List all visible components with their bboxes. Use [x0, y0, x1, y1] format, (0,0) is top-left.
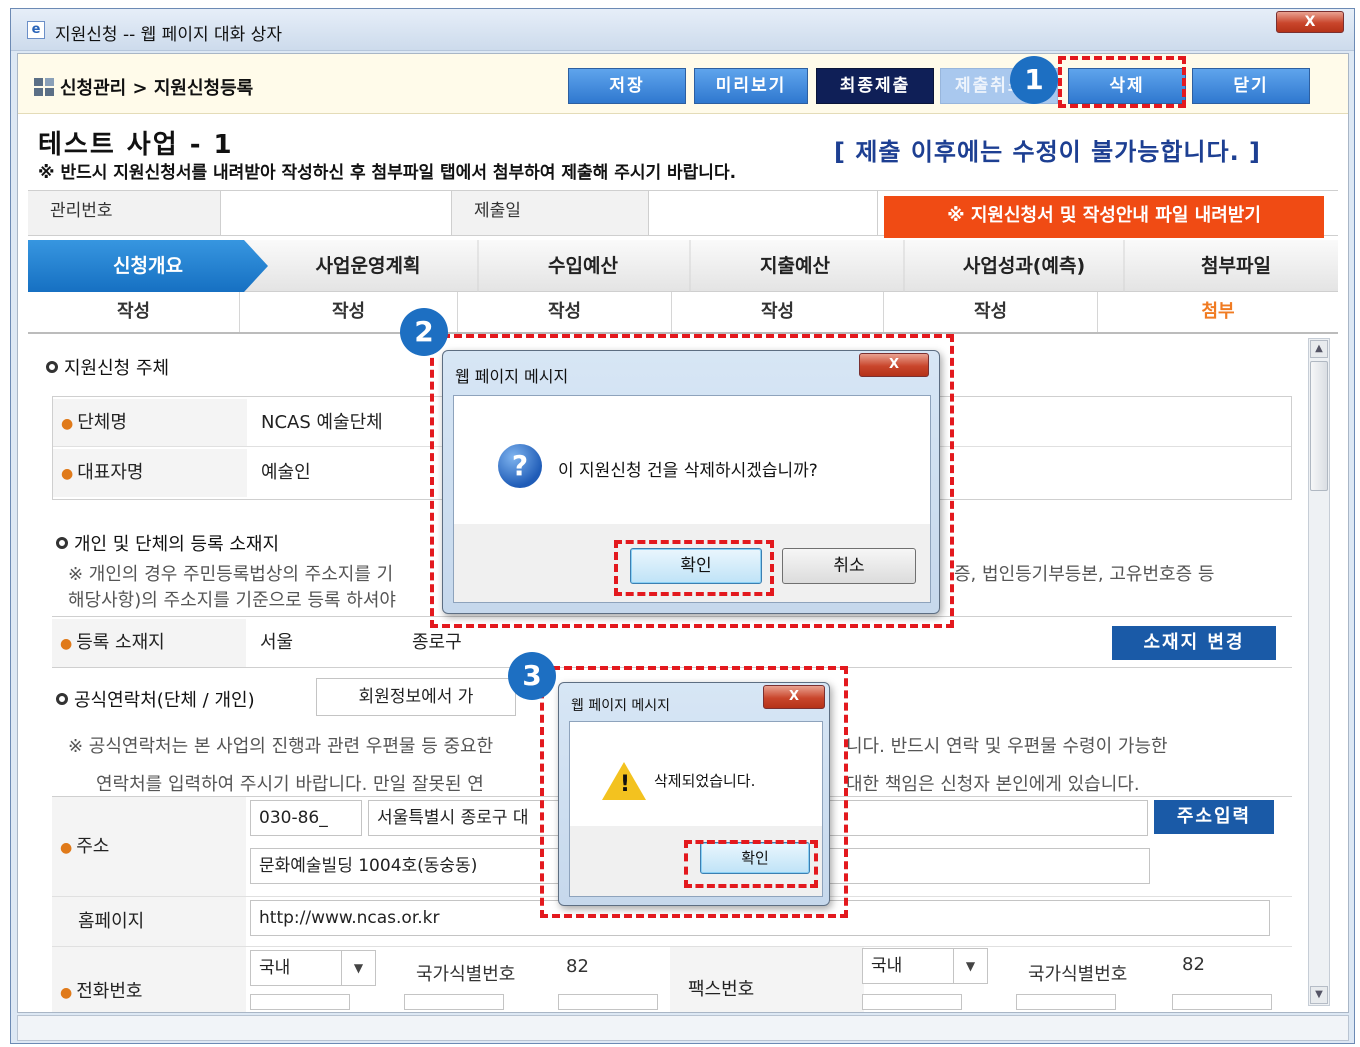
- fax-label: 팩스번호: [670, 947, 864, 1012]
- preview-button[interactable]: 미리보기: [694, 68, 808, 104]
- window-title: 지원신청 -- 웹 페이지 대화 상자: [55, 25, 282, 45]
- phone-country-select[interactable]: 국내 ▼: [250, 950, 376, 986]
- bullet-icon: [56, 537, 68, 549]
- tab-status-attach: 첨부: [1201, 301, 1235, 322]
- fax-part3-input[interactable]: [1172, 994, 1272, 1010]
- breadcrumb-text: 신청관리 > 지원신청등록: [60, 78, 254, 99]
- scroll-up-icon[interactable]: ▲: [1310, 340, 1328, 358]
- phone-label: ● 전화번호: [52, 947, 246, 1012]
- loc-label: ● 등록 소재지: [52, 619, 246, 667]
- final-submit-button[interactable]: 최종제출: [816, 68, 934, 104]
- registration-section-title: 개인 및 단체의 등록 소재지: [56, 530, 279, 556]
- fax-country-value: 국내: [871, 956, 903, 976]
- tab-overview[interactable]: 신청개요: [28, 240, 268, 292]
- mgmt-number-value: [220, 191, 452, 235]
- phone-part1-input[interactable]: [250, 994, 350, 1010]
- tab-operation-plan[interactable]: 사업운영계획: [268, 240, 468, 292]
- status-bar: [17, 1015, 1349, 1041]
- fax-country-code-label: 국가식별번호: [1028, 964, 1128, 985]
- highlight-deleted-ok: [684, 840, 818, 888]
- phone-part2-input[interactable]: [404, 994, 504, 1010]
- loc-city: 서울: [260, 632, 294, 653]
- homepage-label: 홈페이지: [52, 897, 246, 946]
- applicant-section-title: 지원신청 주체: [46, 354, 169, 380]
- submit-date-value: [648, 191, 878, 235]
- step-badge-1: 1: [1010, 56, 1058, 104]
- load-member-info-button[interactable]: 회원정보에서 가: [316, 678, 516, 716]
- ie-icon: e: [27, 21, 45, 39]
- org-label: ● 단체명: [53, 399, 247, 446]
- tab-status: 작성: [672, 292, 884, 332]
- contact-note-right: 니다. 반드시 연락 및 우편물 수령이 가능한: [846, 736, 1168, 757]
- section-title-text: 공식연락처(단체 / 개인): [74, 690, 255, 711]
- breadcrumb: 신청관리 > 지원신청등록: [34, 74, 253, 100]
- close-button[interactable]: 닫기: [1192, 68, 1310, 104]
- tab-attachments[interactable]: 첨부파일: [1134, 240, 1338, 292]
- tab-separator: [1114, 240, 1134, 292]
- highlight-confirm-ok: [614, 540, 774, 596]
- tab-status: 작성: [28, 292, 240, 332]
- phone-country-value: 국내: [259, 958, 291, 978]
- download-forms-button[interactable]: ※ 지원신청서 및 작성안내 파일 내려받기: [884, 196, 1324, 238]
- registration-note-2: 해당사항)의 주소지를 기준으로 등록 하셔야: [68, 590, 396, 611]
- registration-note-right: 증, 법인등기부등본, 고유번호증 등: [954, 564, 1215, 585]
- address-input-button[interactable]: 주소입력: [1154, 800, 1274, 834]
- tab-separator: [680, 240, 700, 292]
- tab-income-budget[interactable]: 수입예산: [488, 240, 678, 292]
- contact-section-title: 공식연락처(단체 / 개인): [56, 686, 255, 712]
- menu-grid-icon: [34, 78, 54, 96]
- rep-value: 예술인: [261, 462, 311, 483]
- fax-part2-input[interactable]: [1016, 994, 1116, 1010]
- tab-status-row: 작성 작성 작성 작성 작성 첨부: [28, 292, 1338, 334]
- window-titlebar: e 지원신청 -- 웹 페이지 대화 상자 X: [11, 9, 1354, 51]
- contact-note: ※ 공식연락처는 본 사업의 진행과 관련 우편물 등 중요한: [68, 736, 494, 757]
- address-label: ● 주소: [52, 797, 246, 896]
- zipcode-input[interactable]: 030-86_: [250, 800, 362, 836]
- chevron-down-icon: ▼: [341, 951, 375, 985]
- edit-warning: [ 제출 이후에는 수정이 불가능합니다. ]: [834, 138, 1262, 166]
- project-title: 테스트 사업 - 1: [38, 130, 234, 160]
- scroll-thumb[interactable]: [1310, 361, 1328, 491]
- phone-part3-input[interactable]: [558, 994, 658, 1010]
- step-tabs: 신청개요 사업운영계획 수입예산 지출예산 사업성과(예측) 첨부파일: [28, 240, 1338, 292]
- save-button[interactable]: 저장: [568, 68, 686, 104]
- tab-status: 작성: [884, 292, 1098, 332]
- vertical-scrollbar[interactable]: ▲ ▼: [1308, 338, 1330, 1006]
- phone-country-code: 82: [566, 956, 589, 977]
- highlight-delete-button: [1058, 56, 1186, 108]
- change-location-button[interactable]: 소재지 변경: [1112, 626, 1276, 660]
- download-notice: ※ 반드시 지원신청서를 내려받아 작성하신 후 첨부파일 탭에서 첨부하여 제…: [38, 163, 737, 183]
- bullet-icon: [46, 361, 58, 373]
- tab-expense-budget[interactable]: 지출예산: [700, 240, 890, 292]
- contact-note-2-right: 대한 책임은 신청자 본인에게 있습니다.: [846, 774, 1140, 795]
- tab-separator: [468, 240, 488, 292]
- submit-date-label: 제출일: [452, 191, 648, 235]
- tab-status: 작성: [458, 292, 672, 332]
- section-title-text: 지원신청 주체: [64, 358, 170, 379]
- chevron-down-icon: ▼: [953, 949, 987, 983]
- contact-note-2: 연락처를 입력하여 주시기 바랍니다. 만일 잘못된 연: [96, 774, 484, 795]
- step-badge-2: 2: [400, 308, 448, 356]
- step-badge-3: 3: [508, 652, 556, 700]
- tab-separator: [894, 240, 914, 292]
- rep-label: ● 대표자명: [53, 449, 247, 497]
- fax-country-code: 82: [1182, 954, 1205, 975]
- scroll-down-icon[interactable]: ▼: [1310, 986, 1328, 1004]
- bullet-icon: [56, 693, 68, 705]
- registration-note: ※ 개인의 경우 주민등록법상의 주소지를 기: [68, 564, 394, 585]
- window-close-button[interactable]: X: [1276, 11, 1344, 33]
- section-title-text: 개인 및 단체의 등록 소재지: [74, 534, 280, 555]
- country-code-label: 국가식별번호: [416, 964, 516, 985]
- fax-country-select[interactable]: 국내 ▼: [862, 948, 988, 984]
- org-value: NCAS 예술단체: [261, 412, 383, 433]
- tab-performance[interactable]: 사업성과(예측): [914, 240, 1134, 292]
- mgmt-number-label: 관리번호: [28, 191, 220, 235]
- fax-part1-input[interactable]: [862, 994, 962, 1010]
